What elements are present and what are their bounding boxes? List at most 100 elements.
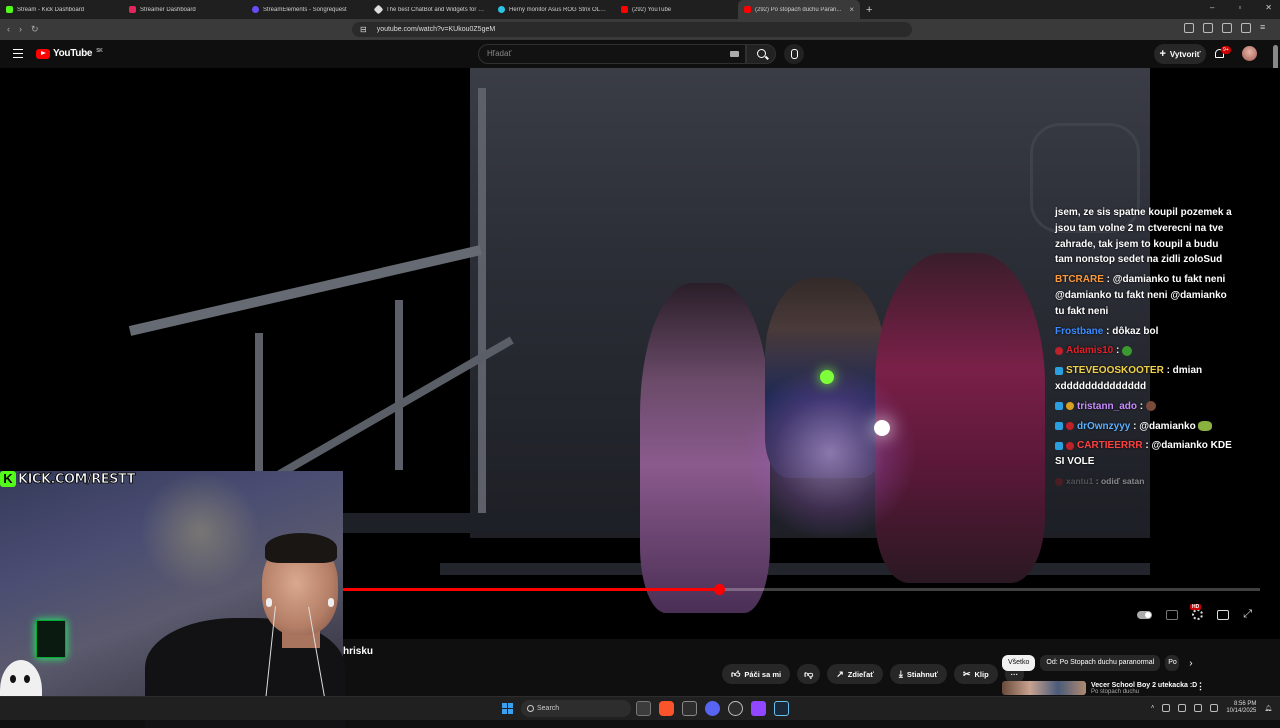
stream-chat-overlay: jsem, ze sis spatne koupil pozemek a jso… [1055, 205, 1235, 494]
browser-tab[interactable]: The best ChatBot and Widgets for K... [369, 0, 492, 19]
earbud-icon [266, 598, 272, 607]
recommended-video[interactable]: Vecer School Boy 2 utekacka :D Po stopac… [1002, 681, 1197, 695]
settings-app-icon[interactable] [728, 701, 743, 716]
logo-text: YouTube [53, 48, 93, 59]
sidebar-icon[interactable] [1222, 23, 1232, 33]
kick-overlay-label: K KICK.COM/RESTT [0, 470, 137, 488]
taskbar-search[interactable]: Search [521, 700, 631, 717]
miniplayer-icon[interactable] [1217, 609, 1230, 620]
webcam-light [140, 471, 260, 591]
settings-icon[interactable] [1192, 609, 1204, 620]
url-field[interactable]: ⊟ youtube.com/watch?v=KUkou0Z5geM [352, 22, 912, 37]
browser-tab[interactable]: (292) YouTube [615, 0, 738, 19]
xbox-icon[interactable] [682, 701, 697, 716]
clip-button[interactable]: ✂ Klip [953, 664, 998, 684]
share-button[interactable]: ↗ Zdieľať [827, 664, 883, 684]
nav-buttons: ‹ › ↻ [7, 24, 39, 35]
video-scene-light [874, 420, 890, 436]
windows-start-icon[interactable] [502, 703, 513, 714]
webcam-led-panel [36, 620, 66, 658]
twitch-icon[interactable] [751, 701, 766, 716]
browser-tab-strip: Stream - Kick Dashboard Streamer Dashboa… [0, 0, 1280, 19]
network-icon[interactable] [1162, 704, 1171, 712]
chat-username: xantu1 [1066, 475, 1094, 486]
hd-badge: HD [1190, 604, 1202, 610]
chat-message: xantu1 : odiď satan [1055, 474, 1235, 490]
wallet-icon[interactable] [1241, 23, 1251, 33]
chat-message: tristann_ado : [1055, 399, 1235, 415]
tab-title: (292) YouTube [632, 6, 672, 13]
download-label: Stiahnuť [906, 669, 938, 679]
chat-text: : dôkaz bol [1106, 325, 1159, 337]
close-tab-icon[interactable]: × [849, 5, 854, 14]
progress-scrubber[interactable] [714, 584, 725, 595]
browser-tab[interactable]: Herný monitor Asus ROG Strix OLED... [492, 0, 615, 19]
extension-icon[interactable] [1203, 23, 1213, 33]
menu-icon[interactable]: ≡ [1260, 23, 1270, 33]
youtube-logo[interactable]: YouTube SK [36, 48, 103, 59]
avatar[interactable] [1242, 46, 1257, 61]
voice-search-button[interactable] [784, 44, 804, 64]
chat-message: Frostbane : dôkaz bol [1055, 324, 1235, 340]
chip-more[interactable]: Po [1165, 655, 1180, 671]
kick-logo-icon: K [0, 471, 16, 487]
chip-channel[interactable]: Od: Po Stopach duchu paranormal [1040, 655, 1161, 671]
close-window-icon[interactable]: ✕ [1265, 3, 1272, 12]
create-button[interactable]: + Vytvoriť [1154, 44, 1206, 64]
tray-chevron-icon[interactable]: ˄ [1151, 705, 1155, 711]
steam-icon[interactable] [774, 701, 789, 716]
reload-icon[interactable]: ↻ [31, 24, 39, 35]
brave-browser-icon[interactable] [659, 701, 674, 716]
back-icon[interactable]: ‹ [7, 24, 10, 35]
streamelements-favicon-icon [252, 6, 259, 13]
volume-icon[interactable] [1194, 704, 1203, 712]
battery-icon[interactable] [1210, 704, 1219, 712]
chat-message: STEVEOOSKOOTER : dmian xdddddddddddddd [1055, 363, 1235, 395]
chat-text: : [1139, 400, 1144, 412]
forward-icon[interactable]: › [19, 24, 22, 35]
maximize-icon[interactable]: ▫ [1238, 3, 1241, 12]
browser-tab[interactable]: StreamElements - Songrequest [246, 0, 369, 19]
youtube-favicon-icon [621, 6, 628, 13]
chat-message: CARTIEERRR : @damianko KDE SI VOLE [1055, 438, 1235, 470]
autoplay-toggle[interactable] [1137, 610, 1153, 619]
rec-more-icon[interactable]: ⋮ [1196, 681, 1205, 692]
emote-icon [1198, 420, 1213, 431]
url-text: youtube.com/watch?v=KUkou0Z5geM [376, 26, 496, 33]
bookmark-icon[interactable]: ⊟ [360, 25, 367, 34]
browser-tab[interactable]: Stream - Kick Dashboard [0, 0, 123, 19]
fullscreen-icon[interactable]: ⤢ [1243, 608, 1252, 621]
clock[interactable]: 8:56 PM 10/14/2025 [1226, 701, 1256, 715]
search-button[interactable] [746, 44, 776, 64]
chip-all[interactable]: Všetko [1002, 655, 1036, 671]
file-explorer-icon[interactable] [636, 701, 651, 716]
rec-title[interactable]: Vecer School Boy 2 utekacka :D [1091, 682, 1197, 689]
search-placeholder: Hľadať [487, 49, 512, 58]
subscriber-badge-icon [1055, 366, 1063, 375]
rec-channel[interactable]: Po stopach duchu [1091, 689, 1197, 695]
taskbar: Search ˄ 8:56 PM 10/14/2025 🔔︎ [0, 696, 1280, 720]
tab-title: Herný monitor Asus ROG Strix OLED... [509, 6, 609, 13]
clock-time: 8:56 PM [1234, 701, 1257, 707]
minimize-icon[interactable]: – [1210, 3, 1214, 12]
keyboard-icon[interactable] [730, 51, 739, 57]
taskbar-search-label: Search [537, 705, 560, 712]
menu-icon[interactable] [13, 49, 23, 58]
search-input[interactable]: Hľadať [478, 44, 746, 64]
video-thumbnail[interactable] [1002, 681, 1086, 695]
notification-center-icon[interactable]: 🔔︎ [1264, 705, 1272, 712]
extension-icon[interactable] [1184, 23, 1194, 33]
kick-favicon-icon [6, 6, 13, 13]
browser-tab[interactable]: Streamer Dashboard [123, 0, 246, 19]
chevron-right-icon[interactable]: › [1189, 658, 1192, 669]
wifi-icon[interactable] [1178, 704, 1187, 712]
dislike-button[interactable]: 👎︎ [797, 664, 821, 684]
discord-icon[interactable] [705, 701, 720, 716]
new-tab-button[interactable]: + [866, 4, 872, 16]
browser-tab-active[interactable]: (292) Po stopach duchu Paran... × [738, 0, 860, 19]
badge-icon [1055, 477, 1063, 486]
tab-title: Streamer Dashboard [140, 6, 196, 13]
subtitles-icon[interactable] [1166, 609, 1179, 620]
download-button[interactable]: ⤓ Stiahnuť [889, 664, 947, 684]
like-button[interactable]: 👍︎ Páči sa mi [722, 664, 791, 684]
